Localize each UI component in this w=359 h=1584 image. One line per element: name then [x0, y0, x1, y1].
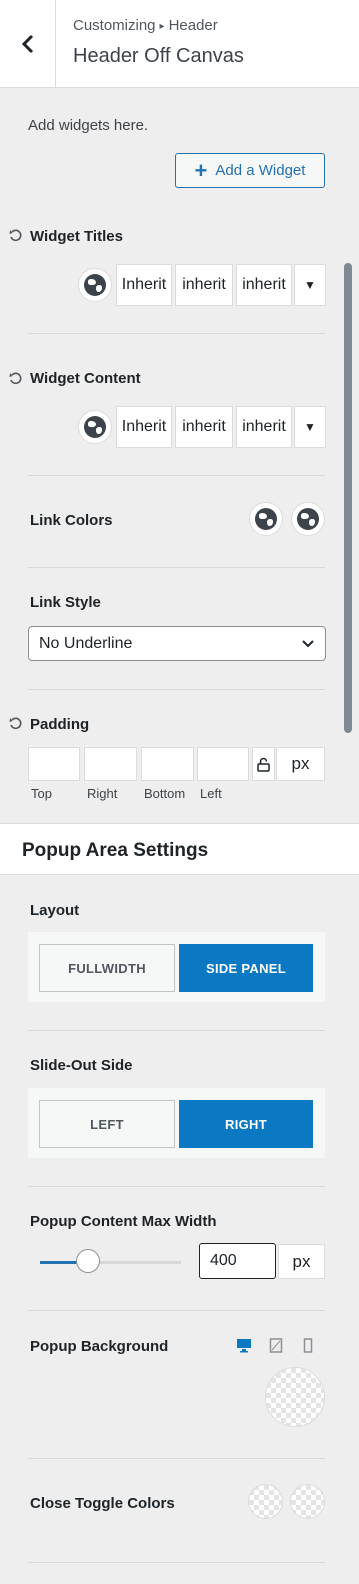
- widget-content-label: Widget Content: [30, 370, 141, 387]
- padding-label: Padding: [30, 716, 90, 733]
- close-toggle-color-picker[interactable]: [248, 1484, 283, 1519]
- padding-bottom-input[interactable]: [141, 747, 194, 781]
- global-font-button[interactable]: [78, 410, 112, 444]
- panel-header: Customizing ▸ Header Header Off Canvas: [0, 0, 359, 88]
- font-family-field[interactable]: Inherit: [116, 264, 172, 306]
- globe-icon: [84, 274, 106, 296]
- scrollbar[interactable]: [344, 263, 352, 733]
- padding-top-label: Top: [31, 786, 52, 801]
- link-style-value: No Underline: [39, 634, 133, 652]
- globe-icon: [297, 508, 319, 530]
- slide-out-side-label: Slide-Out Side: [30, 1057, 133, 1074]
- global-font-button[interactable]: [78, 268, 112, 302]
- plus-icon: +: [194, 157, 208, 183]
- max-width-slider-track[interactable]: [40, 1261, 181, 1264]
- divider: [28, 333, 325, 334]
- widgets-hint: Add widgets here.: [28, 117, 149, 134]
- divider: [28, 475, 325, 476]
- font-weight-field[interactable]: inherit: [175, 406, 233, 448]
- caret-down-icon: ▼: [304, 278, 316, 292]
- max-width-unit-button[interactable]: px: [278, 1244, 325, 1279]
- breadcrumb: Customizing ▸ Header: [73, 17, 218, 34]
- padding-bottom-label: Bottom: [144, 786, 186, 801]
- mobile-icon: [303, 1337, 313, 1353]
- chevron-left-icon: [21, 34, 33, 53]
- layout-side-panel-button[interactable]: SIDE PANEL: [179, 944, 313, 992]
- max-width-label: Popup Content Max Width: [30, 1213, 217, 1230]
- link-style-label: Link Style: [30, 594, 101, 611]
- padding-right-input[interactable]: [84, 747, 137, 781]
- font-style-field[interactable]: inherit: [236, 264, 292, 306]
- layout-fullwidth-button[interactable]: FULLWIDTH: [39, 944, 175, 992]
- mobile-device-button[interactable]: [300, 1337, 316, 1353]
- font-family-field[interactable]: Inherit: [116, 406, 172, 448]
- padding-unit-button[interactable]: px: [276, 747, 325, 781]
- padding-left-input[interactable]: [197, 747, 249, 781]
- tablet-device-button[interactable]: [268, 1337, 284, 1353]
- divider: [28, 1458, 325, 1459]
- back-button[interactable]: [0, 0, 56, 87]
- desktop-device-button[interactable]: [236, 1337, 252, 1353]
- globe-icon: [84, 416, 106, 438]
- font-weight-field[interactable]: inherit: [175, 264, 233, 306]
- link-values-toggle[interactable]: [252, 747, 275, 781]
- layout-segmented-control: FULLWIDTH SIDE PANEL: [28, 932, 325, 1002]
- page-title: Header Off Canvas: [73, 45, 244, 67]
- section-title: Popup Area Settings: [22, 840, 209, 861]
- padding-top-input[interactable]: [28, 747, 80, 781]
- padding-right-label: Right: [87, 786, 118, 801]
- max-width-slider-thumb[interactable]: [76, 1249, 100, 1273]
- popup-background-label: Popup Background: [30, 1338, 169, 1355]
- link-hover-color-picker[interactable]: [291, 502, 325, 536]
- divider: [28, 567, 325, 568]
- popup-section-header: Popup Area Settings: [0, 823, 359, 875]
- padding-left-label: Left: [200, 786, 222, 801]
- breadcrumb-separator: ▸: [159, 21, 165, 32]
- unlock-icon: [257, 757, 270, 772]
- font-style-field[interactable]: inherit: [236, 406, 292, 448]
- reset-icon[interactable]: [9, 717, 23, 731]
- widget-titles-label: Widget Titles: [30, 228, 123, 245]
- popup-background-color-picker[interactable]: [265, 1367, 325, 1427]
- chevron-down-icon: [302, 640, 314, 648]
- layout-label: Layout: [30, 902, 80, 919]
- close-toggle-hover-color-picker[interactable]: [290, 1484, 325, 1519]
- slide-out-segmented-control: LEFT RIGHT: [28, 1088, 325, 1158]
- slide-out-left-button[interactable]: LEFT: [39, 1100, 175, 1148]
- link-style-select[interactable]: No Underline: [28, 626, 326, 661]
- font-options-toggle[interactable]: ▼: [294, 406, 326, 448]
- breadcrumb-root: Customizing: [73, 17, 156, 34]
- divider: [28, 1562, 325, 1563]
- desktop-icon: [237, 1338, 251, 1352]
- breadcrumb-section: Header: [168, 17, 218, 34]
- link-colors-label: Link Colors: [30, 512, 113, 529]
- add-widget-button[interactable]: + Add a Widget: [175, 153, 325, 188]
- divider: [28, 1030, 325, 1031]
- caret-down-icon: ▼: [304, 420, 316, 434]
- divider: [28, 689, 325, 690]
- reset-icon[interactable]: [9, 372, 23, 386]
- max-width-input[interactable]: 400: [199, 1243, 276, 1279]
- divider: [28, 1310, 325, 1311]
- slide-out-right-button[interactable]: RIGHT: [179, 1100, 313, 1148]
- divider: [28, 1186, 325, 1187]
- close-toggle-colors-label: Close Toggle Colors: [30, 1495, 175, 1512]
- add-widget-label: Add a Widget: [215, 162, 306, 179]
- globe-icon: [255, 508, 277, 530]
- font-options-toggle[interactable]: ▼: [294, 264, 326, 306]
- link-color-picker[interactable]: [249, 502, 283, 536]
- reset-icon[interactable]: [9, 229, 23, 243]
- tablet-icon: [269, 1337, 283, 1353]
